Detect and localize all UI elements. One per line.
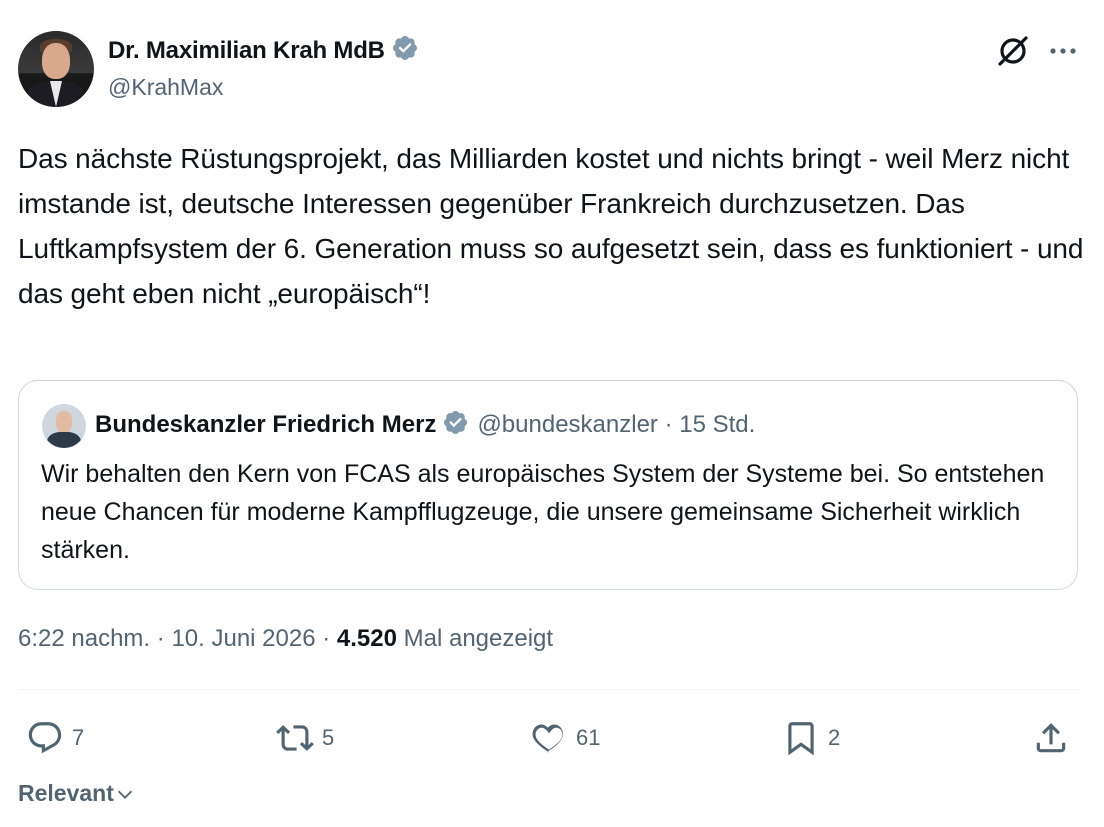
repost-icon	[276, 725, 314, 751]
views-label: Mal angezeigt	[403, 625, 554, 652]
sort-label: Relevant	[18, 780, 114, 806]
quote-header: Bundeskanzler Friedrich Merz @bundeskanz…	[95, 409, 755, 439]
author-name-row[interactable]: Dr. Maximilian Krah MdB	[108, 34, 419, 65]
quote-timestamp: 15 Std.	[679, 411, 756, 438]
quote-text: Wir behalten den Kern von FCAS als europ…	[41, 460, 1045, 564]
bookmark-count: 2	[828, 725, 841, 750]
verified-badge-icon	[444, 410, 468, 435]
bookmark-icon	[788, 722, 814, 756]
author-name[interactable]: Dr. Maximilian Krah MdB	[108, 37, 385, 64]
quote-separator: ·	[664, 411, 673, 438]
bookmark-button[interactable]: 2	[782, 716, 840, 760]
sort-dropdown[interactable]: Relevant	[18, 780, 136, 807]
verified-badge-icon	[392, 36, 417, 60]
like-button[interactable]: 61	[530, 716, 600, 760]
reply-button[interactable]: 7	[26, 716, 84, 760]
grok-icon[interactable]	[996, 34, 1030, 68]
tweet-meta: 6:22 nachm. · 10. Juni 2026 · 4.520 Mal …	[18, 625, 553, 653]
author-handle[interactable]: @KrahMax	[108, 74, 223, 101]
repost-count: 5	[322, 725, 335, 750]
like-count: 61	[576, 725, 601, 750]
tweet-text: Das nächste Rüstungsprojekt, das Milliar…	[18, 143, 1084, 309]
views-count: 4.520	[336, 625, 397, 652]
share-button[interactable]	[1032, 716, 1070, 760]
reply-count: 7	[72, 725, 85, 750]
more-icon[interactable]	[1047, 38, 1079, 64]
author-avatar[interactable]	[18, 31, 94, 107]
heart-icon	[532, 724, 563, 753]
repost-button[interactable]: 5	[276, 716, 334, 760]
tweet-date[interactable]: 10. Juni 2026	[171, 625, 315, 652]
reply-icon	[28, 722, 62, 754]
share-icon	[1036, 723, 1066, 753]
tweet-time[interactable]: 6:22 nachm.	[18, 625, 150, 652]
meta-separator: ·	[322, 625, 331, 652]
meta-separator: ·	[156, 625, 165, 652]
quote-author-name: Bundeskanzler Friedrich Merz	[95, 411, 437, 438]
chevron-down-icon	[117, 790, 132, 799]
quote-avatar	[42, 404, 86, 448]
quote-author-handle: @bundeskanzler	[477, 411, 658, 438]
divider	[18, 689, 1080, 690]
quoted-tweet[interactable]: Bundeskanzler Friedrich Merz @bundeskanz…	[18, 380, 1078, 590]
